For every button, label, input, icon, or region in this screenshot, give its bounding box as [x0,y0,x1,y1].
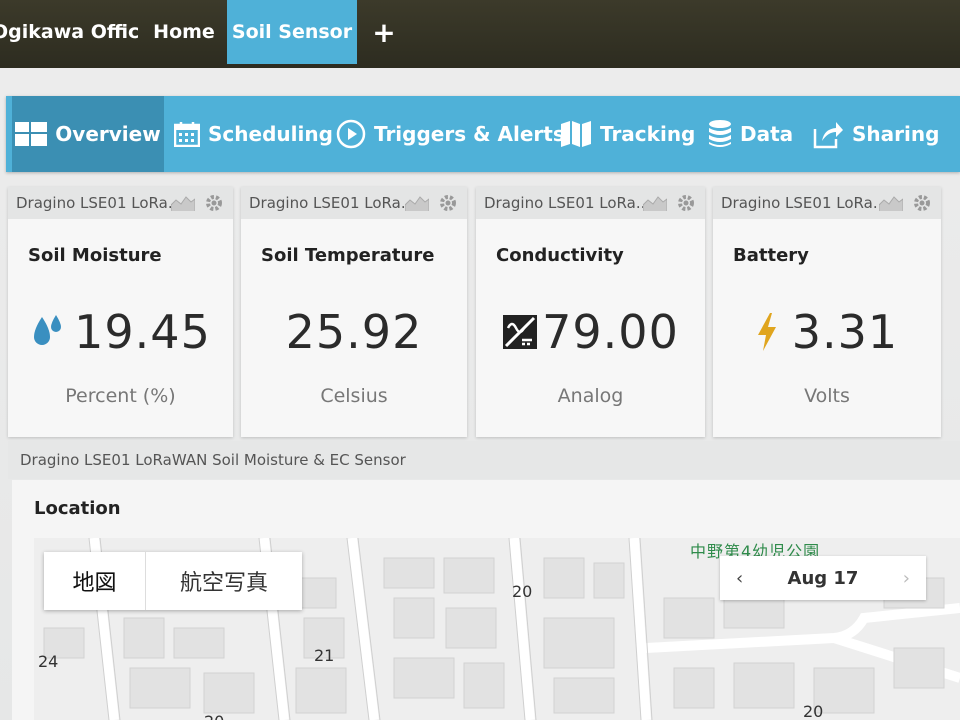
nav-scheduling[interactable]: Scheduling [174,96,333,172]
widget-title: Battery [733,245,809,266]
widget-conductivity: Dragino LSE01 LoRa.. Conductivity 79.00 … [476,187,705,437]
nav-tracking-label: Tracking [600,122,696,146]
analog-icon [503,315,538,349]
map-block-number: 20 [512,582,533,601]
device-nav: Overview Scheduling Triggers & Alerts Tr… [6,96,960,172]
nav-data[interactable]: Data [708,96,793,172]
widget-header: Dragino LSE01 LoRa.. [476,187,705,219]
date-navigator: ‹ Aug 17 › [720,556,926,600]
nav-overview-label: Overview [55,122,161,146]
add-tab-button[interactable]: + [362,0,406,64]
top-tab-bar: Ogikawa Office Home Soil Sensor + [0,0,960,68]
widget-unit: Celsius [320,385,388,407]
nav-tracking[interactable]: Tracking [560,96,695,172]
widget-header: Dragino LSE01 LoRa.. [713,187,941,219]
map-block-number: 24 [38,652,59,671]
widget-value-row: 19.45 [8,305,233,359]
widget-unit: Volts [804,385,850,407]
nav-triggers-label: Triggers & Alerts [374,122,565,146]
map-view-button[interactable]: 地図 [44,552,146,610]
widget-title: Soil Moisture [28,245,162,266]
gear-icon[interactable] [677,194,695,212]
widget-device-name: Dragino LSE01 LoRa.. [721,194,883,212]
widget-header: Dragino LSE01 LoRa.. [241,187,467,219]
widget-unit: Percent (%) [65,385,176,407]
location-device-name: Dragino LSE01 LoRaWAN Soil Moisture & EC… [20,451,406,469]
nav-overview[interactable]: Overview [12,96,164,172]
gear-icon[interactable] [439,194,457,212]
widget-title: Soil Temperature [261,245,435,266]
calendar-icon [174,122,200,147]
chart-icon[interactable] [405,195,429,211]
water-drop-icon [34,315,62,345]
nav-data-label: Data [740,122,794,146]
widget-header: Dragino LSE01 LoRa.. [8,187,233,219]
satellite-view-button[interactable]: 航空写真 [146,552,302,610]
location-title: Location [34,498,121,519]
widget-value: 19.45 [74,305,211,359]
dashboard-icon [15,122,48,146]
chart-icon[interactable] [643,195,667,211]
chart-icon[interactable] [171,195,195,211]
widget-device-name: Dragino LSE01 LoRa.. [249,194,411,212]
gear-icon[interactable] [205,194,223,212]
nav-sharing[interactable]: Sharing [812,96,939,172]
map-type-control: 地図 航空写真 [44,552,302,610]
nav-scheduling-label: Scheduling [208,122,333,146]
widget-value: 25.92 [285,305,423,359]
nav-triggers-alerts[interactable]: Triggers & Alerts [336,96,565,172]
tab-home[interactable]: Home [142,0,226,64]
map-icon [561,121,591,147]
widget-value-row: 25.92 [241,305,467,359]
widget-title: Conductivity [496,245,624,266]
prev-date-button[interactable]: ‹ [736,568,743,589]
widget-value: 79.00 [542,305,679,359]
widget-unit: Analog [557,385,624,407]
widget-device-name: Dragino LSE01 LoRa.. [16,194,178,212]
widget-battery: Dragino LSE01 LoRa.. Battery 3.31 Volts [713,187,941,437]
nav-sharing-label: Sharing [852,122,940,146]
map-block-number: 20 [803,702,824,720]
map-block-number: 20 [204,712,224,720]
share-icon [813,122,843,149]
map-block-number: 21 [314,646,335,665]
current-date: Aug 17 [787,567,859,589]
play-circle-icon [336,119,366,149]
location-widget-header: Dragino LSE01 LoRaWAN Soil Moisture & EC… [8,441,960,479]
lightning-icon [757,313,776,351]
tab-ogikawa-office[interactable]: Ogikawa Office [0,0,140,64]
database-icon [709,120,731,147]
gear-icon[interactable] [913,194,931,212]
next-date-button[interactable]: › [903,568,910,589]
widget-value: 3.31 [791,305,899,359]
widget-device-name: Dragino LSE01 LoRa.. [484,194,646,212]
tab-soil-sensor[interactable]: Soil Sensor [227,0,357,64]
chart-icon[interactable] [879,195,903,211]
widget-value-row: 79.00 [476,305,705,359]
widget-soil-moisture: Dragino LSE01 LoRa.. Soil Moisture 19.45… [8,187,233,437]
widget-soil-temperature: Dragino LSE01 LoRa.. Soil Temperature 25… [241,187,467,437]
widget-value-row: 3.31 [713,305,941,359]
